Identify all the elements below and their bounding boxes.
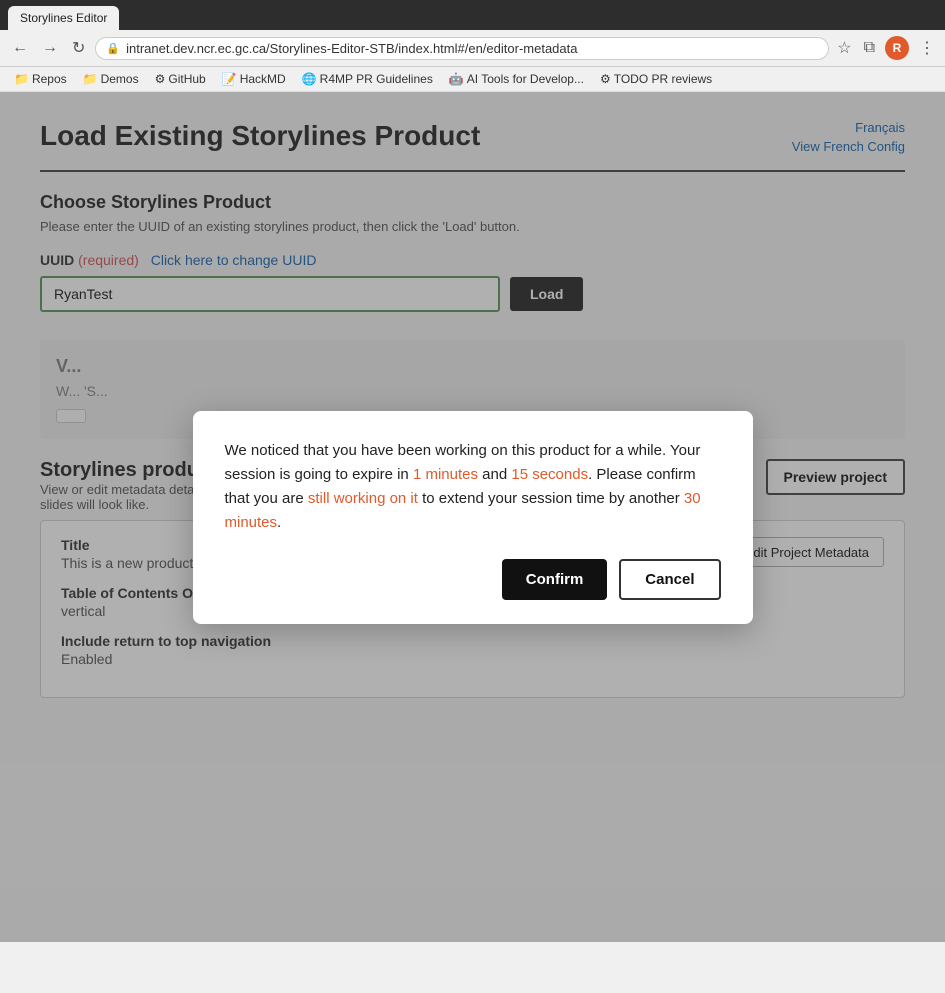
tab-bar: Storylines Editor [8,6,937,30]
folder-icon: 📁 [83,72,98,86]
bookmark-label: R4MP PR Guidelines [320,72,433,86]
address-text: intranet.dev.ncr.ec.gc.ca/Storylines-Edi… [126,41,818,56]
bookmark-label: HackMD [240,72,286,86]
profile-avatar[interactable]: R [885,36,909,60]
back-button[interactable]: ← [8,37,32,59]
active-tab[interactable]: Storylines Editor [8,6,119,30]
folder-icon: 📁 [14,72,29,86]
github-icon: ⚙ [155,72,166,86]
bookmark-label: TODO PR reviews [614,72,712,86]
modal-dialog: We noticed that you have been working on… [193,411,753,624]
modal-text-2: and [478,466,511,483]
bookmark-r4mp[interactable]: 🌐 R4MP PR Guidelines [296,70,439,88]
forward-button[interactable]: → [38,37,62,59]
browser-chrome: Storylines Editor [0,0,945,30]
modal-text-4: to extend your session time by another [418,490,684,507]
toolbar-actions: ☆ ⧉ R ⋮ [835,36,937,60]
bookmark-repos[interactable]: 📁 Repos [8,70,73,88]
confirm-button[interactable]: Confirm [502,559,608,600]
bookmark-hackmd[interactable]: 📝 HackMD [216,70,292,88]
robot-icon: 🤖 [449,72,464,86]
bookmark-todo-pr[interactable]: ⚙ TODO PR reviews [594,70,718,88]
bookmark-label: Repos [32,72,67,86]
modal-text-5: . [277,514,281,531]
cancel-button[interactable]: Cancel [619,559,720,600]
bookmark-demos[interactable]: 📁 Demos [77,70,145,88]
hackmd-icon: 📝 [222,72,237,86]
globe-icon: 🌐 [302,72,317,86]
bookmark-github[interactable]: ⚙ GitHub [149,70,212,88]
bookmark-icon[interactable]: ☆ [835,36,853,60]
browser-toolbar: ← → ↻ 🔒 intranet.dev.ncr.ec.gc.ca/Storyl… [0,30,945,67]
modal-highlight-minutes: 1 minutes [413,466,478,483]
bookmark-label: Demos [101,72,139,86]
bookmarks-bar: 📁 Repos 📁 Demos ⚙ GitHub 📝 HackMD 🌐 R4MP… [0,67,945,92]
menu-icon[interactable]: ⋮ [917,36,937,60]
extensions-icon[interactable]: ⧉ [862,37,877,59]
modal-actions: Confirm Cancel [225,559,721,600]
modal-highlight-working: still working on it [308,490,418,507]
security-icon: 🔒 [106,42,120,55]
bookmark-label: GitHub [168,72,205,86]
bookmark-ai-tools[interactable]: 🤖 AI Tools for Develop... [443,70,590,88]
gear-icon: ⚙ [600,72,611,86]
modal-highlight-seconds: 15 seconds [511,466,588,483]
page-content: Load Existing Storylines Product Françai… [0,92,945,942]
bookmark-label: AI Tools for Develop... [467,72,584,86]
reload-button[interactable]: ↻ [68,36,89,60]
modal-message: We noticed that you have been working on… [225,439,721,535]
address-bar[interactable]: 🔒 intranet.dev.ncr.ec.gc.ca/Storylines-E… [95,37,829,60]
modal-overlay: We noticed that you have been working on… [0,92,945,942]
